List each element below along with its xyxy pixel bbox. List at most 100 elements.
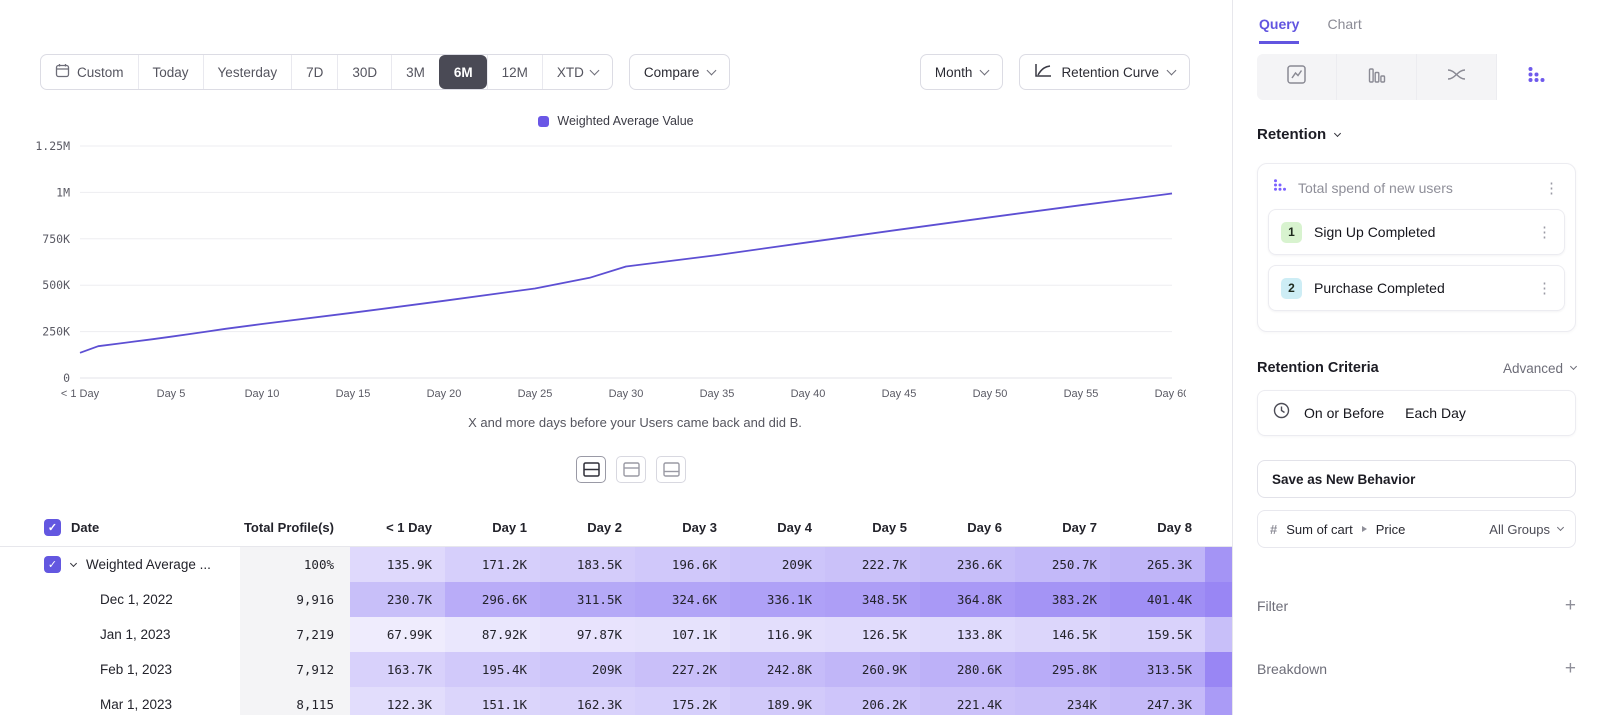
view-toggle-compact[interactable] [656,456,686,483]
granularity-label: Month [935,65,973,80]
retention-value-cell[interactable]: 234K [1015,687,1110,715]
retention-value-cell[interactable]: 295.8K [1015,652,1110,687]
compare-button[interactable]: Compare [629,54,731,90]
retention-value-cell[interactable]: 107.1K [635,617,730,652]
kebab-menu-icon[interactable]: ⋮ [1540,179,1563,197]
retention-value-cell[interactable]: 313.5K [1110,652,1205,687]
retention-value-cell[interactable]: 206.2K [825,687,920,715]
retention-value-cell[interactable]: 87.92K [445,617,540,652]
retention-value-cell[interactable]: 171.2K [445,547,540,582]
calendar-icon [55,63,70,81]
number-property-icon: # [1270,522,1277,537]
retention-value-cell[interactable]: 195.4K [445,652,540,687]
range-6m-selected[interactable]: 6M [439,55,487,89]
tab-chart[interactable]: Chart [1327,10,1361,44]
tab-funnels[interactable] [1337,54,1417,100]
retention-value-cell[interactable]: 364.8K [920,582,1015,617]
retention-value-cell[interactable]: 296.6K [445,582,540,617]
retention-value-cell[interactable]: 163.7K [350,652,445,687]
svg-text:Day 50: Day 50 [973,388,1008,400]
tab-retention[interactable] [1497,54,1576,100]
retention-value-cell[interactable]: 260.9K [825,652,920,687]
retention-value-cell[interactable]: 247.3K [1110,687,1205,715]
svg-text:< 1 Day: < 1 Day [61,388,100,400]
retention-value-cell[interactable]: 146.5K [1015,617,1110,652]
granularity-dropdown[interactable]: Month [920,54,1004,90]
retention-value-cell[interactable]: 162.3K [540,687,635,715]
retention-value-cell[interactable]: 133.8K [920,617,1015,652]
measure-row[interactable]: # Sum of cart Price All Groups [1257,510,1576,548]
range-12m[interactable]: 12M [487,55,542,89]
select-all-checkbox[interactable]: ✓ [44,519,61,536]
tab-flows[interactable] [1417,54,1497,100]
retention-value-cell[interactable]: 189.9K [730,687,825,715]
on-or-before-selector[interactable]: On or Before [1304,405,1384,421]
retention-value-cell[interactable]: 311.5K [540,582,635,617]
all-groups-dropdown[interactable]: All Groups [1489,522,1563,537]
retention-value-cell[interactable]: 209K [540,652,635,687]
retention-value-cell[interactable]: 236.6K [920,547,1015,582]
kebab-menu-icon[interactable]: ⋮ [1533,279,1556,297]
retention-value-cell[interactable]: 336.1K [730,582,825,617]
add-filter-button[interactable]: + [1565,596,1576,615]
retention-type-selector[interactable]: Retention [1257,126,1576,143]
retention-value-cell[interactable]: 265.3K [1110,547,1205,582]
each-day-selector[interactable]: Each Day [1405,405,1466,421]
retention-value-cell[interactable]: 209K [730,547,825,582]
retention-line-chart[interactable]: 0250K500K750K1M1.25M< 1 DayDay 5Day 10Da… [18,132,1186,410]
retention-value-cell[interactable]: 151.1K [445,687,540,715]
retention-value-cell[interactable]: 175.2K [635,687,730,715]
retention-value-cell[interactable]: 67.99K [350,617,445,652]
range-yesterday[interactable]: Yesterday [203,55,292,89]
retention-value-cell[interactable]: 222.7K [825,547,920,582]
range-custom[interactable]: Custom [41,55,138,89]
range-7d[interactable]: 7D [291,55,337,89]
retention-value-cell[interactable]: 126.5K [825,617,920,652]
retention-value-cell[interactable]: 227.2K [635,652,730,687]
retention-value-cell[interactable]: 116.9K [730,617,825,652]
retention-value-cell[interactable]: 159.5K [1110,617,1205,652]
kebab-menu-icon[interactable]: ⋮ [1533,223,1556,241]
save-as-new-behavior-button[interactable]: Save as New Behavior [1257,460,1576,498]
retention-value-cell[interactable]: 230.7K [350,582,445,617]
retention-value-cell[interactable]: 348.5K [825,582,920,617]
view-toggle-expanded[interactable] [576,456,606,483]
chart-type-dropdown[interactable]: Retention Curve [1019,54,1190,90]
criteria-timing-row[interactable]: On or Before Each Day [1257,390,1576,436]
chevron-right-icon [1362,526,1367,532]
retention-value-cell[interactable]: 383.2K [1015,582,1110,617]
retention-value-cell[interactable]: 280.6K [920,652,1015,687]
retention-value-cell[interactable]: 324.6K [635,582,730,617]
row-label-cell: Dec 1, 2022 [0,582,240,617]
measure-event-label: Sum of cart [1286,522,1352,537]
range-xtd[interactable]: XTD [542,55,612,89]
svg-text:Day 30: Day 30 [609,388,644,400]
add-breakdown-button[interactable]: + [1565,659,1576,678]
range-3m[interactable]: 3M [391,55,439,89]
retention-value-cell[interactable]: 135.9K [350,547,445,582]
view-toggle-medium[interactable] [616,456,646,483]
behavior-header[interactable]: Total spend of new users ⋮ [1258,164,1575,209]
row-expand-chevron[interactable] [70,559,77,566]
retention-value-cell[interactable]: 122.3K [350,687,445,715]
row-checkbox[interactable]: ✓ [44,556,61,573]
clipped-day-cell [1205,547,1232,582]
range-30d[interactable]: 30D [337,55,391,89]
range-today[interactable]: Today [138,55,203,89]
retention-value-cell[interactable]: 97.87K [540,617,635,652]
insights-icon [1286,64,1307,90]
range-label: 12M [502,65,528,80]
app-window: Custom Today Yesterday 7D 30D 3M 6M 12M … [0,0,1600,715]
tab-insights[interactable] [1257,54,1337,100]
retention-value-cell[interactable]: 196.6K [635,547,730,582]
retention-value-cell[interactable]: 221.4K [920,687,1015,715]
retention-value-cell[interactable]: 250.7K [1015,547,1110,582]
retention-value-cell[interactable]: 401.4K [1110,582,1205,617]
behavior-step-2[interactable]: 2 Purchase Completed ⋮ [1268,265,1565,311]
behavior-step-1[interactable]: 1 Sign Up Completed ⋮ [1268,209,1565,255]
report-main: Custom Today Yesterday 7D 30D 3M 6M 12M … [0,0,1232,715]
advanced-dropdown[interactable]: Advanced [1503,361,1576,376]
tab-query[interactable]: Query [1259,10,1299,44]
retention-value-cell[interactable]: 242.8K [730,652,825,687]
retention-value-cell[interactable]: 183.5K [540,547,635,582]
